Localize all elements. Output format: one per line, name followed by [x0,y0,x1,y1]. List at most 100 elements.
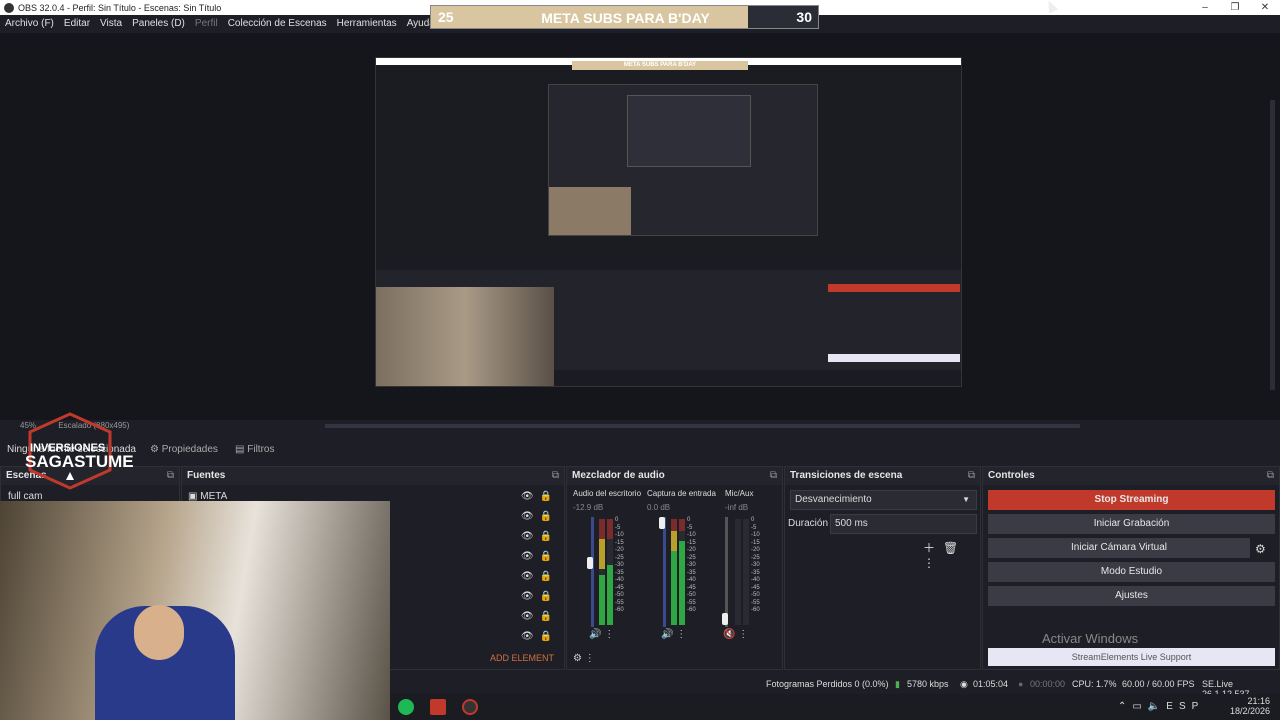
menu-editar[interactable]: Editar [59,16,95,32]
goal-end: 30 [796,9,812,25]
preview-scrollbar-vertical[interactable] [1270,100,1275,390]
mute-mic-icon[interactable]: 🔇 ⋮ [723,629,748,640]
stop-streaming-button[interactable]: Stop Streaming [988,490,1275,510]
fader-desktop[interactable] [591,517,594,627]
menu-herramientas[interactable]: Herramientas [332,16,402,32]
bitrate: 5780 kbps [907,679,949,689]
fader-capture[interactable] [663,517,666,627]
preview-nested-capture-inner [627,95,751,167]
menu-bar: Archivo (F) Editar Vista Paneles (D) Per… [0,16,490,32]
transitions-panel: Transiciones de escena ⧉ Desvanecimiento ▼… [784,466,981,670]
mute-desktop-icon[interactable]: 🔊 ⋮ [589,629,614,640]
activate-windows-watermark: Activar Windows [1042,631,1139,646]
start-recording-button[interactable]: Iniciar Grabación [988,514,1275,534]
duration-label: Duración [788,518,829,529]
undock-icon[interactable]: ⧉ [968,467,975,485]
gear-icon[interactable]: ⚙ [1255,542,1266,556]
maximize-button[interactable]: ❐ [1220,0,1250,15]
add-element-button[interactable]: ADD ELEMENT [490,653,554,663]
windows-taskbar: ⌃▭🔈ESP 21:16 18/2/2026 [390,694,1280,720]
obs-logo-icon [4,2,14,13]
rec-time: 00:00:00 [1030,679,1066,689]
undock-icon[interactable]: ⧉ [1267,467,1274,485]
signal-icon: ▮ [895,679,900,689]
spotify-icon[interactable] [398,699,414,715]
menu-vista[interactable]: Vista [95,16,127,32]
preview-nested-capture [548,84,818,236]
preview-cam [376,287,554,386]
undock-icon[interactable]: ⧉ [552,467,559,485]
menu-archivo[interactable]: Archivo (F) [0,16,59,32]
obs-icon[interactable] [462,699,478,715]
controls-title: Controles [988,470,1035,481]
preview-scrollbar-horizontal[interactable] [325,424,1080,428]
eye-lock-icon[interactable]: 👁🔒 [521,591,558,602]
stream-icon: ◉ [960,679,968,689]
meter-desktop [599,519,605,625]
virtual-camera-button[interactable]: Iniciar Cámara Virtual [988,538,1250,558]
mixer-db-mic: -inf dB [725,503,749,512]
mixer-channel-capture: Captura de entrada [647,489,716,498]
fader-mic[interactable] [725,517,728,627]
mute-capture-icon[interactable]: 🔊 ⋮ [661,629,686,640]
clock[interactable]: 21:16 18/2/2026 [1230,696,1270,716]
goal-text: META SUBS PARA B'DAY [541,10,710,26]
eye-lock-icon[interactable]: 👁🔒 [521,631,558,642]
sources-title: Fuentes [187,470,226,481]
eye-lock-icon[interactable]: 👁🔒 [521,611,558,622]
cpu-usage: CPU: 1.7% [1072,679,1117,689]
transitions-title: Transiciones de escena [790,470,903,481]
fps: 60.00 / 60.00 FPS [1122,679,1195,689]
mixer-db-capture: 0.0 dB [647,503,671,512]
controls-panel: Controles ⧉ Stop Streaming Iniciar Grabac… [982,466,1280,670]
logo-line2: SAGASTUME [25,452,134,471]
system-tray-icons[interactable]: ⌃▭🔈ESP [1118,701,1204,712]
preview-support-bar [828,354,960,362]
mixer-settings-icon[interactable]: ⚙ ⋮ [573,653,595,664]
undock-icon[interactable]: ⧉ [770,467,777,485]
settings-button[interactable]: Ajustes [988,586,1275,606]
webcam-head [134,605,184,660]
properties-button[interactable]: ⚙ Propiedades [150,444,218,455]
fader-knob-capture[interactable] [659,517,665,529]
menu-perfil[interactable]: Perfil [190,16,223,32]
source-toolbar: Ninguna fuente seleccionada ⚙ Propiedade… [0,441,1280,459]
fader-knob-mic[interactable] [722,613,728,625]
eye-lock-icon[interactable]: 👁🔒 [521,491,558,502]
rec-icon: ● [1018,679,1024,689]
chevron-down-icon: ▼ [962,495,970,504]
eye-lock-icon[interactable]: 👁🔒 [521,511,558,522]
meter-capture-r [679,519,685,625]
mixer-db-desktop: -12.9 dB [573,503,604,512]
transition-select[interactable]: Desvanecimiento ▼ [790,490,977,510]
dropped-frames: Fotogramas Perdidos 0 (0.0%) [766,679,889,689]
preview-stop-button [828,284,960,292]
brand-logo: INVERSIONES SAGASTUME [20,412,134,490]
fader-knob-desktop[interactable] [587,557,593,569]
meter-capture [671,519,677,625]
preview-nested-cam [549,187,631,235]
program-preview[interactable]: META SUBS PARA B'DAY [375,57,962,387]
preview-goal-bar: META SUBS PARA B'DAY [572,61,748,70]
transition-add-remove-icons[interactable]: ＋🗑⋮ [923,539,980,570]
eye-lock-icon[interactable]: 👁🔒 [521,571,558,582]
app-icon[interactable] [430,699,446,715]
mixer-channel-mic: Mic/Aux [725,489,754,498]
eye-lock-icon[interactable]: 👁🔒 [521,531,558,542]
window-title: OBS 32.0.4 - Perfil: Sin Título - Escena… [18,2,222,13]
eye-lock-icon[interactable]: 👁🔒 [521,551,558,562]
menu-coleccion[interactable]: Colección de Escenas [223,16,332,32]
mixer-scale-mic: 0 -5 -10 -15 -20 -25 -30 -35 -40 -45 -50 -55 -60 [751,517,760,613]
close-button[interactable]: ✕ [1250,0,1280,15]
undock-icon[interactable]: ⧉ [167,467,174,485]
duration-input[interactable]: 500 ms [830,514,977,534]
minimize-button[interactable]: – [1190,0,1220,15]
meter-mic [735,519,741,625]
menu-paneles[interactable]: Paneles (D) [127,16,190,32]
subs-goal-widget: 25 META SUBS PARA B'DAY 30 [430,5,819,29]
mixer-title: Mezclador de audio [572,470,665,481]
se-support-button[interactable]: StreamElements Live Support [988,648,1275,666]
studio-mode-button[interactable]: Modo Estudio [988,562,1275,582]
filters-button[interactable]: ▤ Filtros [235,444,274,455]
status-bar: Fotogramas Perdidos 0 (0.0%) ▮ 5780 kbps… [390,676,1280,699]
